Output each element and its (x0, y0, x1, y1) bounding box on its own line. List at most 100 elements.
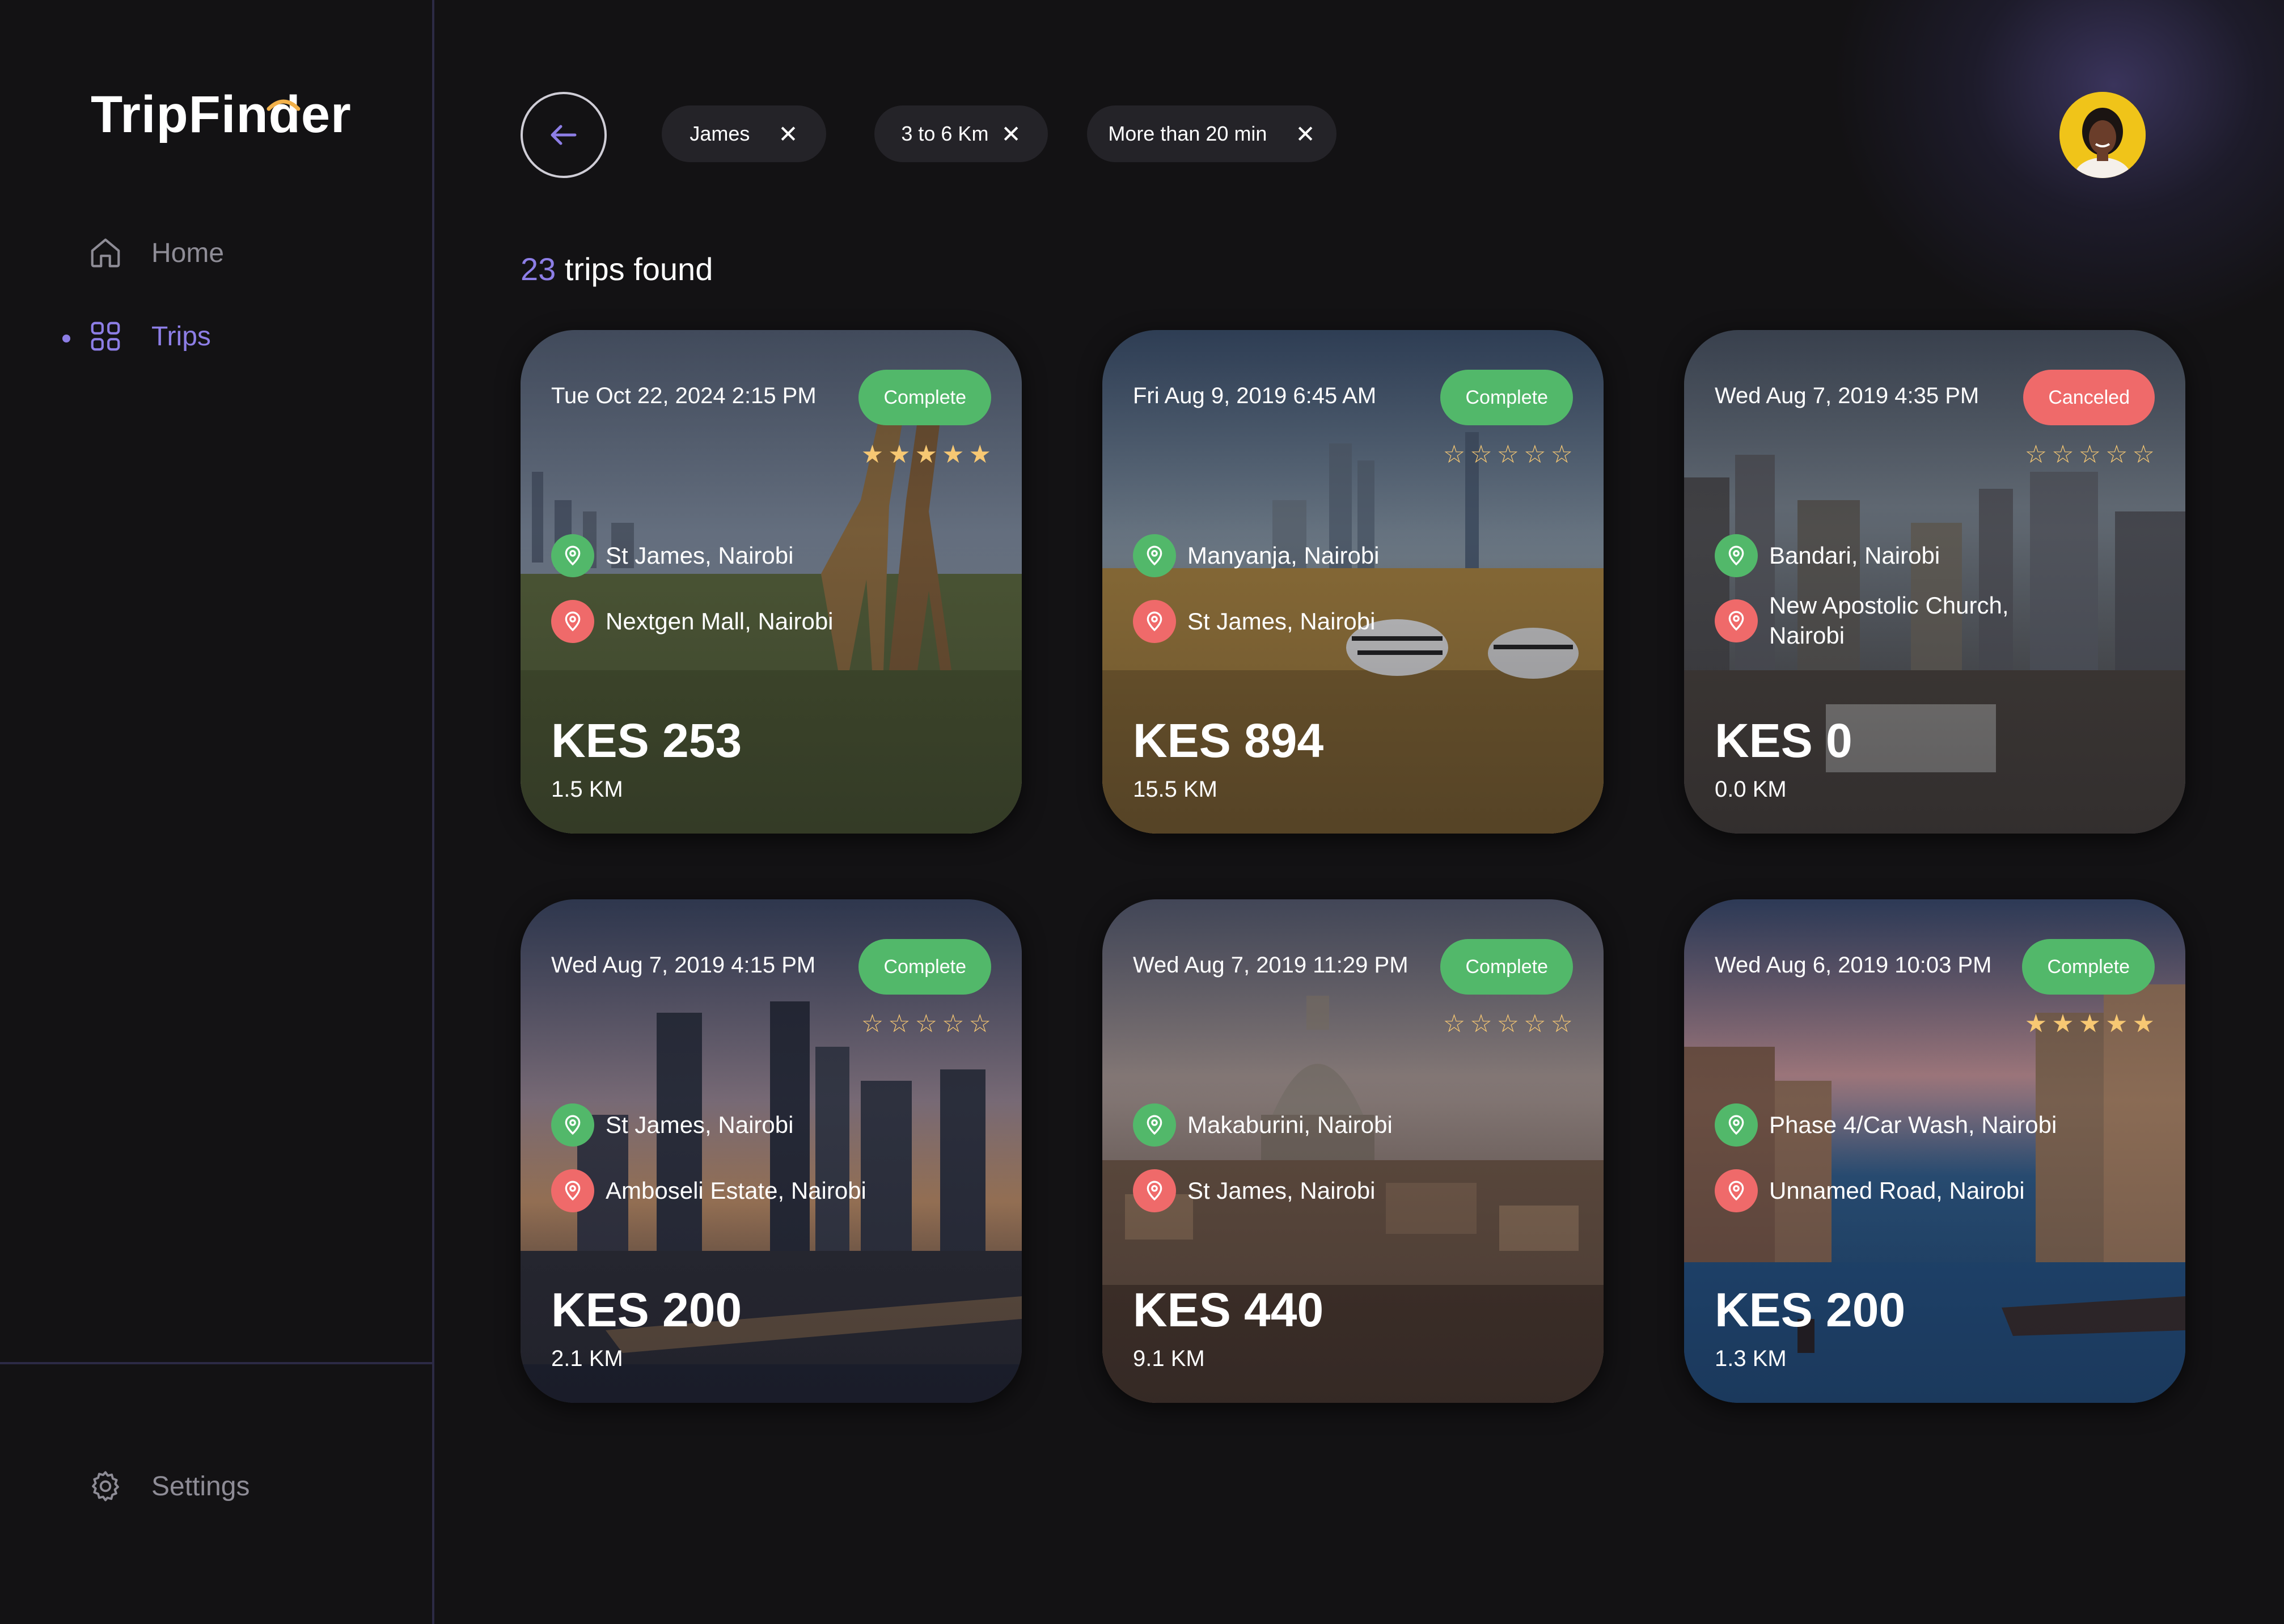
active-indicator (62, 335, 70, 342)
star-empty-icon: ☆ (2105, 441, 2128, 468)
trip-price: KES 253 (551, 714, 742, 767)
trip-card[interactable]: Wed Aug 7, 2019 4:35 PM Canceled ☆ ☆ ☆ ☆ ☆ B… (1684, 330, 2185, 834)
star-filled-icon: ★ (2024, 1010, 2048, 1038)
rating-stars: ☆ ☆ ☆ ☆ ☆ (861, 1012, 991, 1037)
sidebar-item-settings[interactable]: Settings (88, 1469, 249, 1504)
close-icon[interactable]: ✕ (778, 120, 798, 148)
star-empty-icon: ☆ (2132, 441, 2155, 468)
star-empty-icon: ☆ (1524, 1010, 1546, 1038)
trip-price: KES 440 (1133, 1283, 1324, 1337)
trip-distance: 15.5 KM (1133, 777, 1217, 802)
rating-stars: ☆ ☆ ☆ ☆ ☆ (1443, 442, 1573, 467)
star-empty-icon: ☆ (1550, 441, 1573, 468)
star-empty-icon: ☆ (968, 1010, 991, 1038)
origin-label: St James, Nairobi (606, 542, 794, 569)
trip-origin: St James, Nairobi (551, 1103, 793, 1147)
trip-distance: 1.3 KM (1715, 1346, 1787, 1371)
origin-label: Makaburini, Nairobi (1187, 1111, 1393, 1138)
star-empty-icon: ☆ (888, 1010, 911, 1038)
pickup-pin-icon (1133, 1103, 1176, 1147)
origin-label: Bandari, Nairobi (1769, 542, 1940, 569)
star-filled-icon: ★ (888, 441, 911, 468)
filter-chip-label: James (690, 122, 750, 145)
trip-origin: Manyanja, Nairobi (1133, 534, 1380, 577)
dropoff-pin-icon (1715, 599, 1758, 642)
trip-distance: 2.1 KM (551, 1346, 623, 1371)
star-filled-icon: ★ (968, 441, 991, 468)
close-icon[interactable]: ✕ (1001, 120, 1021, 148)
trip-origin: Bandari, Nairobi (1715, 534, 1940, 577)
trip-card[interactable]: Wed Aug 6, 2019 10:03 PM Complete ★ ★ ★ ★ ★ … (1684, 899, 2185, 1403)
logo-wifi-icon (267, 99, 301, 111)
star-empty-icon: ☆ (861, 1010, 884, 1038)
destination-label: St James, Nairobi (1187, 608, 1376, 635)
trip-destination: New Apostolic Church, Nairobi (1715, 591, 2064, 650)
trip-date: Wed Aug 6, 2019 10:03 PM (1715, 953, 1992, 978)
origin-label: Manyanja, Nairobi (1187, 542, 1380, 569)
gear-icon (92, 1471, 119, 1502)
filter-chip-distance[interactable]: 3 to 6 Km ✕ (874, 105, 1048, 162)
star-filled-icon: ★ (915, 441, 938, 468)
trip-distance: 9.1 KM (1133, 1346, 1205, 1371)
trip-card[interactable]: Wed Aug 7, 2019 4:15 PM Complete ☆ ☆ ☆ ☆ ☆ S… (521, 899, 1022, 1403)
sidebar-item-label: Home (151, 238, 225, 268)
star-empty-icon: ☆ (1496, 441, 1520, 468)
filter-chip-duration[interactable]: More than 20 min ✕ (1087, 105, 1336, 162)
trip-destination: Unnamed Road, Nairobi (1715, 1169, 2025, 1212)
home-icon (91, 238, 120, 268)
trip-date: Fri Aug 9, 2019 6:45 AM (1133, 383, 1377, 408)
rating-stars: ☆ ☆ ☆ ☆ ☆ (2025, 442, 2155, 467)
star-filled-icon: ★ (2105, 1010, 2128, 1038)
status-badge: Complete (2022, 939, 2155, 995)
user-avatar[interactable] (2059, 92, 2146, 178)
dropoff-pin-icon (1133, 1169, 1176, 1212)
filter-chip-label: More than 20 min (1108, 122, 1267, 145)
pickup-pin-icon (1715, 1103, 1758, 1147)
results-count-number: 23 (521, 251, 556, 287)
sidebar-item-home[interactable]: Home (88, 235, 224, 270)
sidebar-item-trips[interactable]: Trips (88, 319, 211, 354)
trip-destination: Amboseli Estate, Nairobi (551, 1169, 866, 1212)
star-empty-icon: ☆ (1470, 1010, 1492, 1038)
trip-date: Wed Aug 7, 2019 4:35 PM (1715, 383, 1980, 408)
status-badge: Canceled (2023, 370, 2155, 425)
dropoff-pin-icon (1715, 1169, 1758, 1212)
pickup-pin-icon (1133, 534, 1176, 577)
filter-chip-name[interactable]: James ✕ (662, 105, 826, 162)
trip-card[interactable]: Fri Aug 9, 2019 6:45 AM Complete ☆ ☆ ☆ ☆ ☆ M… (1102, 330, 1604, 834)
trip-card[interactable]: Tue Oct 22, 2024 2:15 PM Complete ★ ★ ★ ★ ★ … (521, 330, 1022, 834)
filter-chip-label: 3 to 6 Km (901, 122, 989, 145)
star-filled-icon: ★ (942, 441, 965, 468)
sidebar-divider (0, 1362, 434, 1364)
back-button[interactable] (521, 92, 607, 178)
status-badge: Complete (1440, 370, 1573, 425)
app-logo[interactable]: TripFinder (91, 85, 352, 145)
star-empty-icon: ☆ (2052, 441, 2074, 468)
status-badge: Complete (858, 939, 991, 995)
star-filled-icon: ★ (2052, 1010, 2074, 1038)
status-badge: Complete (1440, 939, 1573, 995)
avatar-image (2059, 92, 2146, 178)
trip-distance: 1.5 KM (551, 777, 623, 802)
trip-price: KES 0 (1715, 714, 1852, 767)
destination-label: Unnamed Road, Nairobi (1769, 1177, 2025, 1204)
trip-price: KES 894 (1133, 714, 1324, 767)
trip-date: Wed Aug 7, 2019 11:29 PM (1133, 953, 1409, 978)
close-icon[interactable]: ✕ (1295, 120, 1315, 148)
trip-card[interactable]: Wed Aug 7, 2019 11:29 PM Complete ☆ ☆ ☆ ☆ ☆ … (1102, 899, 1604, 1403)
arrow-left-icon (551, 125, 577, 145)
rating-stars: ★ ★ ★ ★ ★ (861, 442, 991, 467)
star-empty-icon: ☆ (915, 1010, 938, 1038)
dropoff-pin-icon (551, 600, 594, 643)
trip-price: KES 200 (551, 1283, 742, 1337)
dropoff-pin-icon (1133, 600, 1176, 643)
grid-icon (91, 322, 120, 351)
sidebar-item-label: Trips (151, 321, 211, 352)
star-empty-icon: ☆ (1443, 1010, 1466, 1038)
trip-origin: St James, Nairobi (551, 534, 793, 577)
star-empty-icon: ☆ (2024, 441, 2048, 468)
star-empty-icon: ☆ (1496, 1010, 1520, 1038)
star-empty-icon: ☆ (1524, 441, 1546, 468)
results-count-label: trips found (556, 251, 713, 287)
destination-label: St James, Nairobi (1187, 1177, 1376, 1204)
